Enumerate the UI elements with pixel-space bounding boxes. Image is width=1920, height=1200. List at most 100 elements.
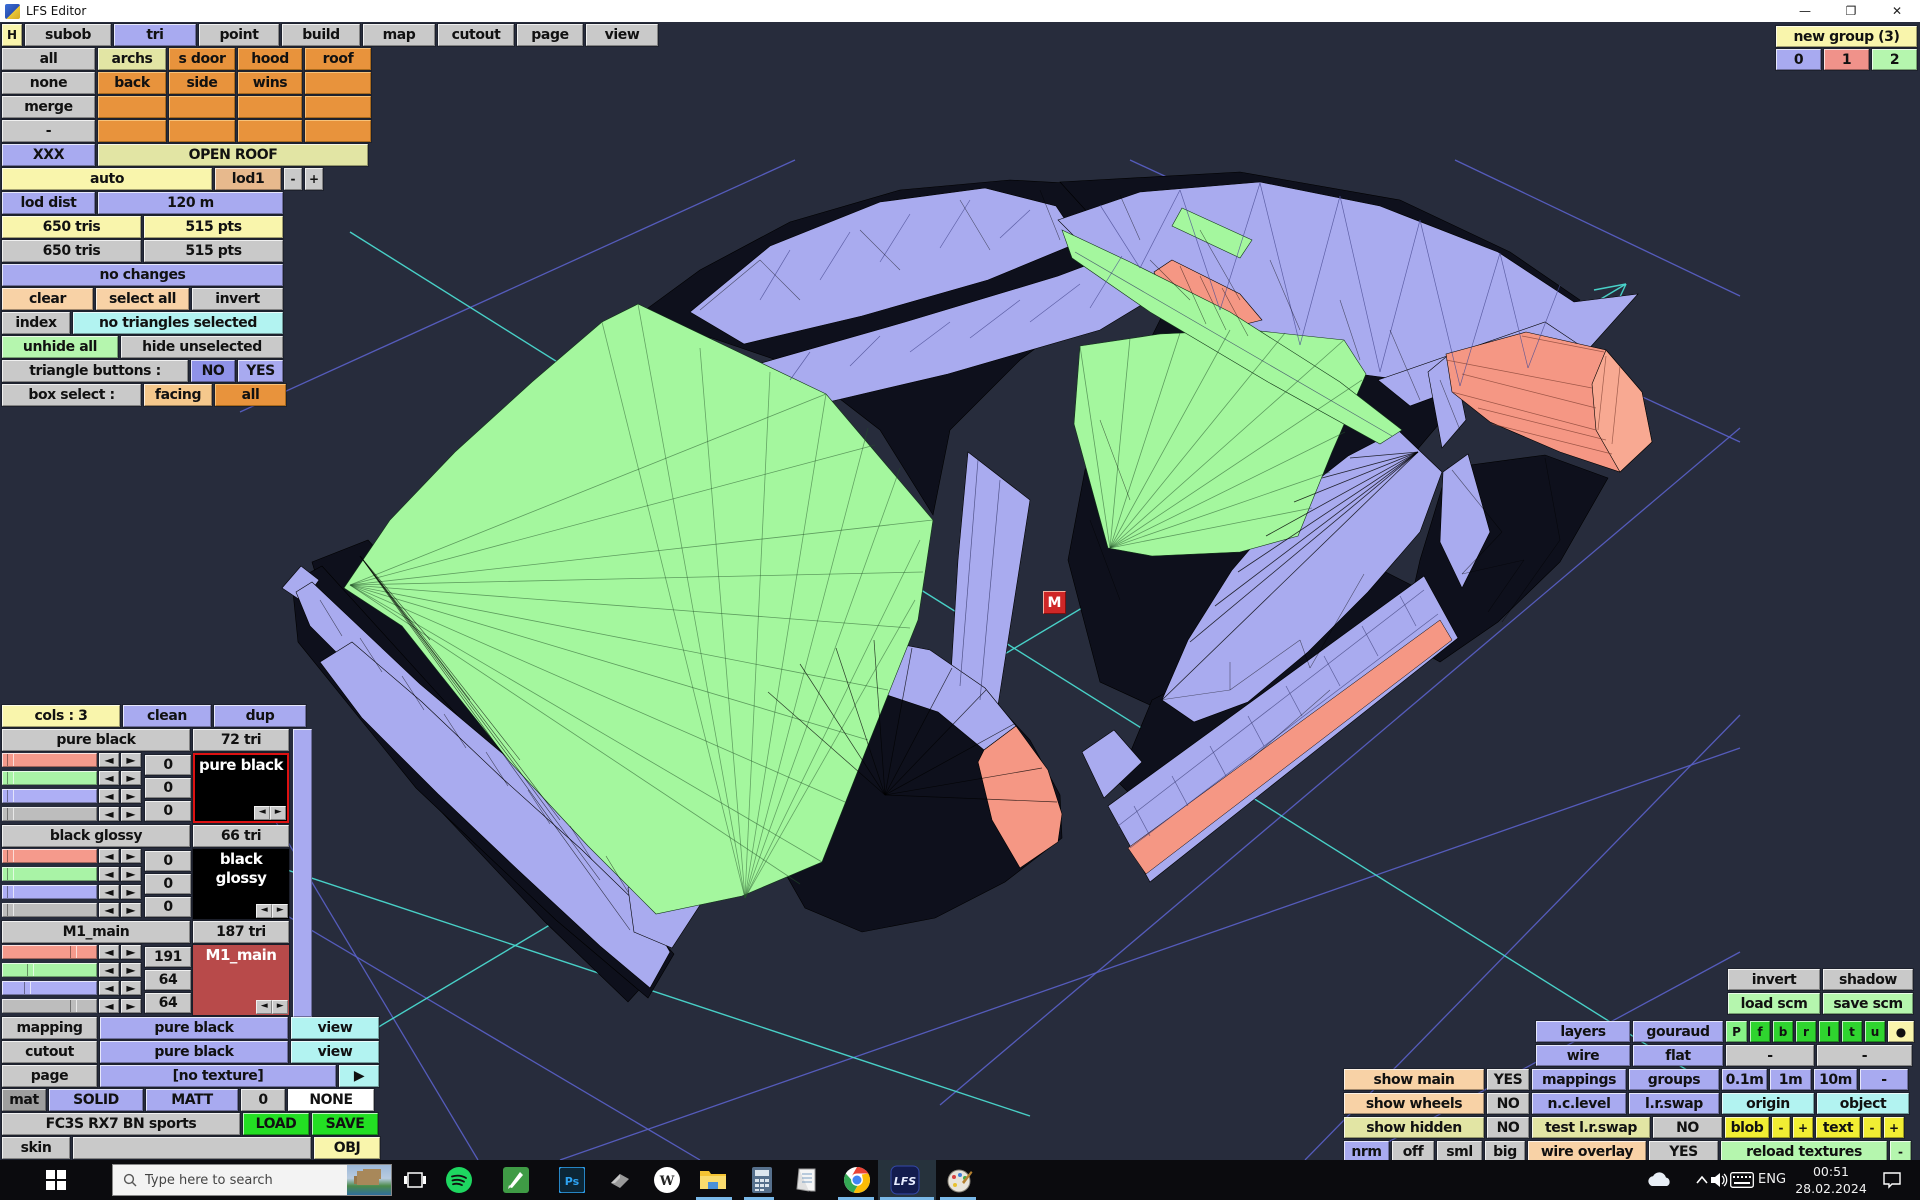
material-pure-black-blue-decrement[interactable]: ◄ <box>99 789 119 803</box>
material-black-glossy-green-slider[interactable] <box>2 867 97 881</box>
origin-button[interactable]: origin <box>1722 1093 1814 1114</box>
material-pure-black-swatch-next[interactable]: ► <box>270 806 286 820</box>
mapping-label[interactable]: mapping <box>2 1017 97 1039</box>
onedrive-cloud-icon[interactable] <box>1643 1164 1675 1196</box>
blob-minus[interactable]: - <box>1772 1117 1790 1138</box>
group-xxx[interactable]: XXX <box>2 144 95 166</box>
cutout-label[interactable]: cutout <box>2 1041 97 1063</box>
material-pure-black-value-0[interactable]: 0 <box>145 755 191 775</box>
material-m1-main-green-slider[interactable] <box>2 963 97 977</box>
mapping-value[interactable]: pure black <box>100 1017 288 1039</box>
material-name[interactable]: black glossy <box>2 825 190 847</box>
layer-f[interactable]: f <box>1750 1021 1770 1042</box>
show-wheels-label[interactable]: show wheels <box>1344 1093 1484 1114</box>
material-pure-black-swatch-prev[interactable]: ◄ <box>254 806 270 820</box>
material-m1-main-swatch[interactable]: M1_main◄► <box>193 945 289 1015</box>
save-button[interactable]: SAVE <box>312 1113 378 1135</box>
material-pure-black-red-decrement[interactable]: ◄ <box>99 753 119 767</box>
material-black-glossy-red-increment[interactable]: ► <box>121 849 141 863</box>
coreldraw-icon[interactable] <box>500 1164 532 1196</box>
select-all-button[interactable]: select all <box>96 288 189 310</box>
material-pure-black-alpha-slider[interactable] <box>2 807 97 821</box>
show-hidden-toggle[interactable]: NO <box>1487 1117 1529 1138</box>
material-m1-main-swatch-prev[interactable]: ◄ <box>256 1000 272 1014</box>
notification-icon[interactable] <box>1876 1164 1908 1196</box>
material-black-glossy-blue-slider[interactable] <box>2 885 97 899</box>
object-button[interactable]: object <box>1817 1093 1909 1114</box>
material-m1-main-green-increment[interactable]: ► <box>121 963 141 977</box>
material-black-glossy-green-decrement[interactable]: ◄ <box>99 867 119 881</box>
nrm-sml[interactable]: sml <box>1437 1141 1482 1162</box>
nrm-big[interactable]: big <box>1485 1141 1525 1162</box>
page-next-button[interactable]: ▶ <box>339 1065 379 1087</box>
spotify-icon[interactable] <box>443 1164 475 1196</box>
material-black-glossy-alpha-slider[interactable] <box>2 903 97 917</box>
material-pure-black-alpha-increment[interactable]: ► <box>121 807 141 821</box>
language-indicator[interactable]: ENG <box>1758 1172 1786 1187</box>
material-m1-main-red-decrement[interactable]: ◄ <box>99 945 119 959</box>
mat-none[interactable]: NONE <box>288 1089 374 1111</box>
notepad-icon[interactable] <box>791 1164 823 1196</box>
group-empty[interactable] <box>305 120 371 142</box>
wire-overlay-toggle[interactable]: YES <box>1649 1141 1718 1162</box>
group-2[interactable]: 2 <box>1872 49 1917 70</box>
material-pure-black-value-2[interactable]: 0 <box>145 801 191 821</box>
layer-p[interactable]: P <box>1726 1021 1747 1042</box>
material-m1-main-red-slider[interactable] <box>2 945 97 959</box>
flat-button[interactable]: flat <box>1633 1045 1723 1066</box>
material-pure-black-red-increment[interactable]: ► <box>121 753 141 767</box>
cutout-view-button[interactable]: view <box>291 1041 379 1063</box>
windows-start-icon[interactable] <box>40 1164 72 1196</box>
photoshop-icon[interactable]: Ps <box>556 1164 588 1196</box>
material-pure-black-value-1[interactable]: 0 <box>145 778 191 798</box>
test-lr-swap-toggle[interactable]: NO <box>1653 1117 1722 1138</box>
center-marker[interactable]: M <box>1043 591 1066 614</box>
material-m1-main-value-0[interactable]: 191 <box>145 947 191 967</box>
select-none-groups[interactable]: none <box>2 72 95 94</box>
show-wheels-toggle[interactable]: NO <box>1487 1093 1529 1114</box>
box-select-facing[interactable]: facing <box>144 384 212 406</box>
show-main-toggle[interactable]: YES <box>1487 1069 1529 1090</box>
mat-label[interactable]: mat <box>2 1089 46 1111</box>
pts-count-2[interactable]: 515 pts <box>144 240 283 262</box>
unhide-all-button[interactable]: unhide all <box>2 336 118 358</box>
group-minus[interactable]: - <box>2 120 95 142</box>
material-m1-main-blue-increment[interactable]: ► <box>121 981 141 995</box>
material-m1-main-green-decrement[interactable]: ◄ <box>99 963 119 977</box>
wire-button[interactable]: wire <box>1536 1045 1630 1066</box>
mat-solid[interactable]: SOLID <box>49 1089 143 1111</box>
lfs-editor-icon[interactable]: LFS <box>889 1164 921 1196</box>
shadow-invert-button[interactable]: invert <box>1728 969 1820 990</box>
material-m1-main-red-increment[interactable]: ► <box>121 945 141 959</box>
lod-minus[interactable]: - <box>284 168 302 190</box>
material-black-glossy-red-slider[interactable] <box>2 849 97 863</box>
material-black-glossy-blue-increment[interactable]: ► <box>121 885 141 899</box>
load-scm-button[interactable]: load scm <box>1728 993 1820 1014</box>
show-main-label[interactable]: show main <box>1344 1069 1484 1090</box>
menu-build[interactable]: build <box>282 24 360 46</box>
material-black-glossy-value-1[interactable]: 0 <box>145 874 191 894</box>
page-label[interactable]: page <box>2 1065 97 1087</box>
layer-r[interactable]: r <box>1796 1021 1816 1042</box>
lod-auto[interactable]: auto <box>2 168 212 190</box>
cols-count[interactable]: cols : 3 <box>2 705 120 727</box>
material-m1-main-alpha-slider[interactable] <box>2 999 97 1013</box>
material-m1-main-blue-decrement[interactable]: ◄ <box>99 981 119 995</box>
search-highlight-image[interactable] <box>347 1165 391 1195</box>
menu-h[interactable]: H <box>2 24 22 46</box>
groups-button[interactable]: groups <box>1629 1069 1719 1090</box>
material-pure-black-swatch[interactable]: pure black◄► <box>193 753 289 823</box>
menu-page[interactable]: page <box>517 24 583 46</box>
pts-count[interactable]: 515 pts <box>144 216 283 238</box>
close-button[interactable]: ✕ <box>1874 0 1920 22</box>
index-button[interactable]: index <box>2 312 70 334</box>
task-view-icon[interactable] <box>399 1164 431 1196</box>
material-pure-black-alpha-decrement[interactable]: ◄ <box>99 807 119 821</box>
material-pure-black-green-increment[interactable]: ► <box>121 771 141 785</box>
group-empty[interactable] <box>98 96 166 118</box>
triangle-buttons-no[interactable]: NO <box>191 360 235 382</box>
menu-map[interactable]: map <box>363 24 435 46</box>
flat-minus[interactable]: - <box>1817 1045 1912 1066</box>
group-empty[interactable] <box>305 96 371 118</box>
triangle-buttons-yes[interactable]: YES <box>238 360 283 382</box>
